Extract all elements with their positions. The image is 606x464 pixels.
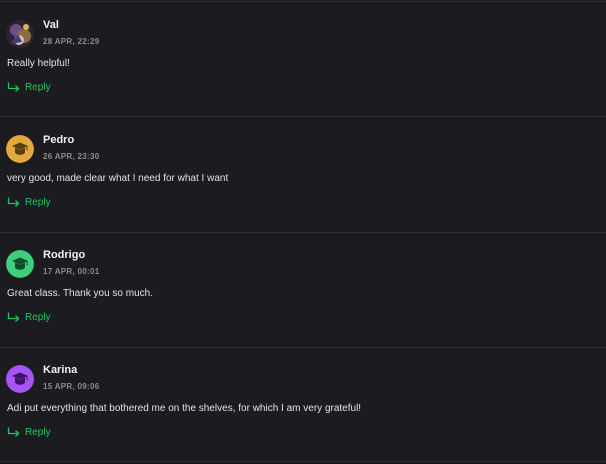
comment-text: Adi put everything that bothered me on t… — [7, 403, 362, 414]
divider — [0, 1, 606, 2]
avatar[interactable] — [6, 250, 34, 278]
reply-label: Reply — [25, 426, 51, 438]
reply-button[interactable]: Reply — [7, 310, 51, 324]
divider — [0, 116, 606, 117]
comment-date: 26 APR, 23:30 — [43, 152, 100, 161]
reply-button[interactable]: Reply — [7, 425, 51, 439]
comments-list: Val 28 APR, 22:29 Really helpful! Reply … — [0, 0, 606, 464]
comment-text: Great class. Thank you so much. — [7, 288, 153, 299]
reply-label: Reply — [25, 311, 51, 323]
comment-date: 28 APR, 22:29 — [43, 37, 100, 46]
reply-button[interactable]: Reply — [7, 195, 51, 209]
reply-arrow-icon — [7, 312, 20, 322]
reply-label: Reply — [25, 81, 51, 93]
avatar[interactable] — [6, 365, 34, 393]
reply-arrow-icon — [7, 82, 20, 92]
comment-author: Karina — [43, 364, 78, 376]
comment-text: very good, made clear what I need for wh… — [7, 173, 229, 184]
reply-button[interactable]: Reply — [7, 80, 51, 94]
avatar[interactable] — [6, 135, 34, 163]
reply-arrow-icon — [7, 427, 20, 437]
divider — [0, 232, 606, 233]
comment-author: Val — [43, 19, 59, 31]
comment-author: Rodrigo — [43, 249, 86, 261]
comment-text: Really helpful! — [7, 58, 70, 69]
reply-arrow-icon — [7, 197, 20, 207]
divider — [0, 461, 606, 462]
comment-date: 17 APR, 00:01 — [43, 267, 100, 276]
comment-date: 15 APR, 09:06 — [43, 382, 100, 391]
comment-author: Pedro — [43, 134, 75, 146]
avatar[interactable] — [6, 20, 34, 48]
divider — [0, 347, 606, 348]
reply-label: Reply — [25, 196, 51, 208]
